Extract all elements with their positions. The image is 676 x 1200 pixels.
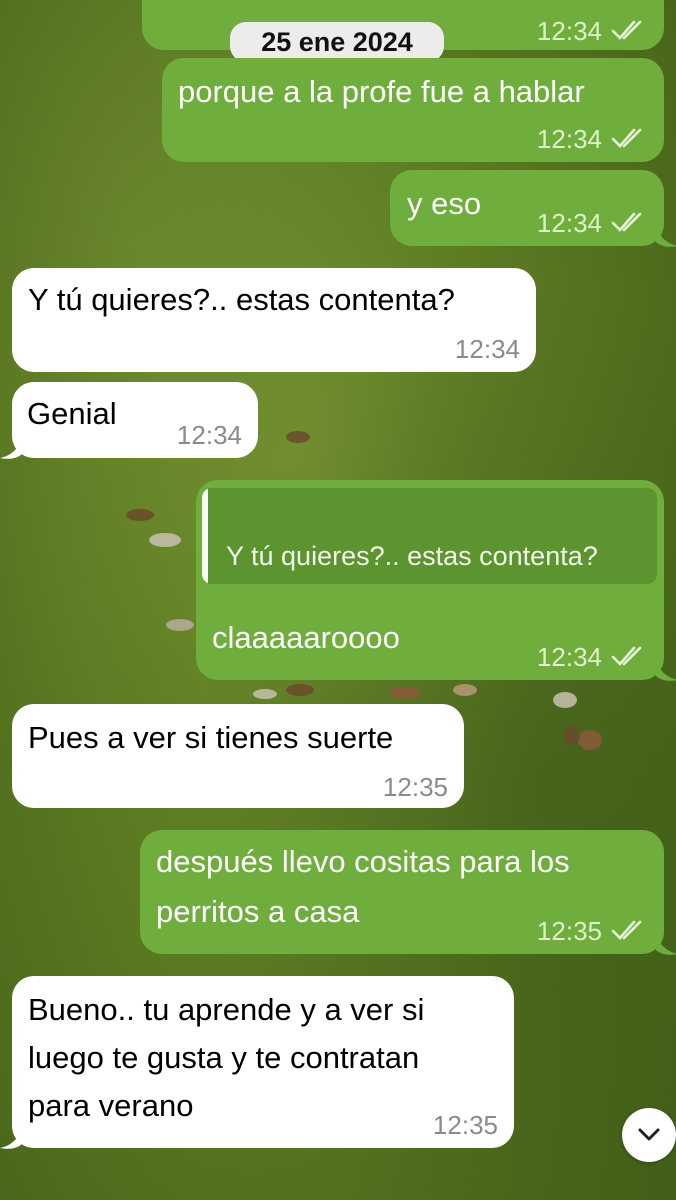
message-text: Pues a ver si tienes suerte [28,720,394,755]
message-time: 12:35 [536,916,602,946]
message-text: porque a la profe fue a hablar [178,74,585,109]
message-time: 12:34 [536,208,602,238]
double-check-icon [611,646,642,666]
scroll-to-bottom-button[interactable] [622,1108,676,1162]
message-time: 12:34 [176,420,242,450]
message-bubble-incoming[interactable]: Pues a ver si tienes suerte 12:35 [12,704,464,808]
message-text-line: Bueno.. tu aprende y a ver si [28,992,425,1027]
message-text: Genial [27,396,117,431]
bubble-tail [0,1128,22,1149]
quote-indicator [202,488,208,584]
bubble-tail [0,438,22,459]
double-check-icon [611,20,642,40]
message-time: 12:34 [536,124,602,154]
bubble-tail [656,226,676,247]
message-bubble-incoming[interactable]: Y tú quieres?.. estas contenta? 12:34 [12,268,536,372]
message-time: 12:35 [432,1110,498,1140]
message-time: 12:34 [536,16,602,46]
bubble-tail [656,660,676,681]
double-check-icon [611,212,642,232]
message-time: 12:34 [454,334,520,364]
message-text: Y tú quieres?.. estas contenta? [28,282,455,317]
message-text: y eso [407,186,482,221]
message-text-line: para verano [28,1088,194,1123]
date-separator: 25 ene 2024 [230,22,444,62]
double-check-icon [611,128,642,148]
message-text-line: después llevo cositas para los [156,844,570,879]
chevron-down-icon [638,1128,660,1141]
quoted-message-text: Y tú quieres?.. estas contenta? [226,541,598,571]
message-time: 12:35 [382,772,448,802]
message-text: claaaaaroooo [212,620,400,655]
message-bubble-incoming[interactable]: Genial 12:34 [12,382,258,458]
bubble-tail [656,934,676,955]
message-bubble-outgoing[interactable]: después llevo cositas para los perritos … [140,830,664,954]
message-bubble-incoming[interactable]: Bueno.. tu aprende y a ver si luego te g… [12,976,514,1148]
message-bubble-outgoing[interactable]: y eso 12:34 [390,170,664,246]
message-bubble-outgoing[interactable]: porque a la profe fue a hablar 12:34 [162,58,664,162]
message-text-line: luego te gusta y te contratan [28,1040,420,1075]
message-bubble-outgoing[interactable]: Y tú quieres?.. estas contenta? claaaaar… [196,480,664,680]
message-time: 12:34 [536,642,602,672]
message-text-line: perritos a casa [156,894,360,929]
quoted-reply[interactable]: Y tú quieres?.. estas contenta? [202,488,657,584]
double-check-icon [611,920,642,940]
